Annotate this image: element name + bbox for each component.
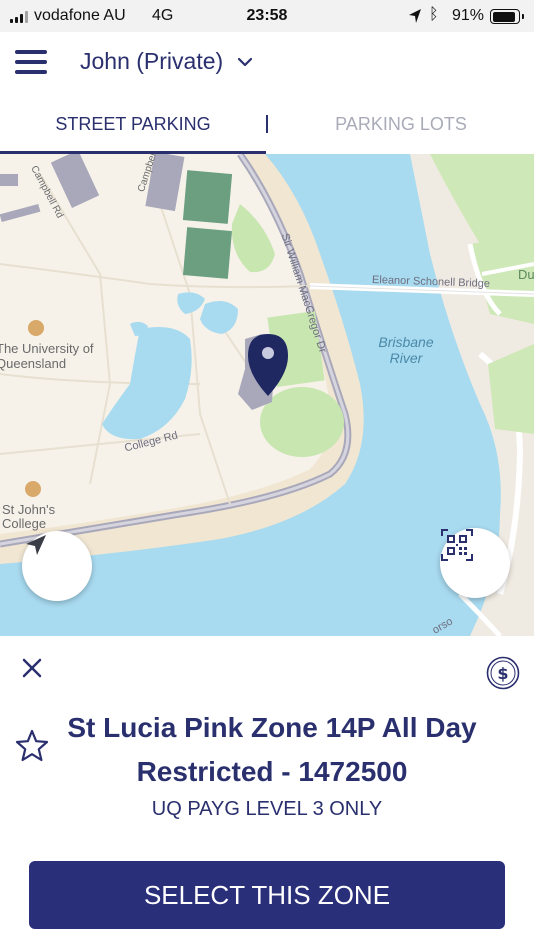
account-selector[interactable]: John (Private)	[80, 48, 253, 75]
qr-scan-button[interactable]	[440, 528, 510, 598]
svg-text:$: $	[497, 664, 508, 683]
zone-details-sheet: $ St Lucia Pink Zone 14P All Day Restric…	[0, 636, 534, 950]
hamburger-menu-icon[interactable]	[15, 50, 47, 74]
battery-percent: 91%	[452, 7, 485, 24]
battery-icon	[490, 9, 524, 24]
tab-street-parking[interactable]: STREET PARKING	[0, 94, 266, 154]
chevron-down-icon	[238, 57, 253, 66]
qr-code-icon	[441, 529, 473, 561]
status-bar: vodafone AU 4G 23:58 ᛒ 91%	[0, 0, 534, 32]
map-label-university: The University of Queensland	[0, 341, 94, 371]
map-view[interactable]: Campbell Rd Campbell Sir William MacGreg…	[0, 154, 534, 636]
bluetooth-icon: ᛒ	[429, 6, 439, 23]
app-header: John (Private)	[0, 32, 534, 94]
favorite-star-icon[interactable]	[14, 728, 50, 764]
parking-tabs: STREET PARKING PARKING LOTS	[0, 94, 534, 155]
payg-dollar-icon[interactable]: $	[486, 656, 520, 690]
locate-me-button[interactable]	[22, 531, 92, 601]
close-icon[interactable]	[20, 656, 44, 680]
map-label-st-johns: St John's College	[2, 502, 56, 531]
account-name: John (Private)	[80, 48, 224, 74]
navigation-arrow-icon	[26, 535, 46, 555]
zone-title: St Lucia Pink Zone 14P All Day Restricte…	[67, 712, 477, 787]
select-zone-button[interactable]: SELECT THIS ZONE	[29, 861, 505, 929]
zone-subtitle: UQ PAYG LEVEL 3 ONLY	[151, 798, 383, 820]
map-label-river: Brisbane River	[378, 334, 434, 366]
location-arrow-icon	[409, 9, 421, 23]
tab-parking-lots[interactable]: PARKING LOTS	[268, 94, 534, 154]
map-label-du: Du	[518, 267, 534, 282]
